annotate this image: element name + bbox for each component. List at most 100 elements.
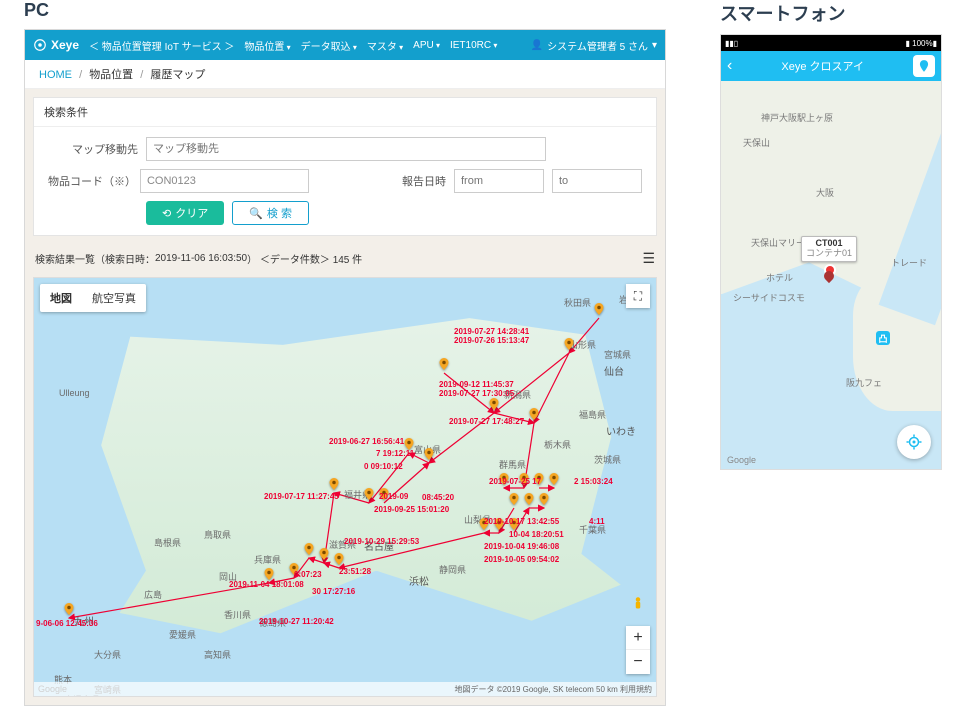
sp-map-label: 神戸大阪駅上ヶ原 xyxy=(761,111,833,124)
streetview-pegman[interactable] xyxy=(626,592,650,616)
timestamp-label: 2019-10-27 11:20:42 xyxy=(259,618,334,627)
results-time-label: （検索日時： xyxy=(95,251,155,266)
map-type-switch: 地図 航空写真 xyxy=(40,284,146,312)
map-attribution: 地図データ ©2019 Google, SK telecom 50 km 利用規… xyxy=(34,682,656,696)
map-pin-icon[interactable] xyxy=(423,445,435,463)
pc-app-frame: Xeye ＜ 物品位置管理 IoT サービス ＞ 物品位置 データ取込 マスタ … xyxy=(24,29,666,706)
map-pin-icon[interactable] xyxy=(363,485,375,503)
timestamp-label: 2019-10-04 19:46:08 xyxy=(484,543,559,552)
timestamp-label: 2019-07-27 17:30:05 xyxy=(439,390,514,399)
user-menu[interactable]: 👤 システム管理者 5 さん ▾ xyxy=(531,38,657,53)
search-button-label: 検 索 xyxy=(267,205,292,221)
report-from-input[interactable] xyxy=(454,169,544,193)
sp-map-label: ホテル xyxy=(766,271,793,284)
crosshair-icon xyxy=(905,433,923,451)
nav-item-import[interactable]: データ取込 xyxy=(301,38,357,53)
zoom-in-button[interactable]: + xyxy=(626,626,650,650)
prefecture-label: 宮城県 xyxy=(604,348,631,361)
timestamp-label: 2019-07-25 17 xyxy=(489,478,541,487)
timestamp-label: 2019-09-25 15:01:20 xyxy=(374,506,449,515)
map-pin-icon[interactable] xyxy=(328,475,340,493)
prefecture-label: 愛媛県 xyxy=(169,628,196,641)
station-icon: 凸 xyxy=(876,331,890,345)
clear-button-label: クリア xyxy=(175,205,208,221)
timestamp-label: 2019-07-27 17:48:27 xyxy=(449,418,524,427)
sp-map-label: 阪九フェ xyxy=(846,376,882,389)
results-header: 検索結果一覧 （検索日時： 2019-11-06 16:03:50 ） ＜データ… xyxy=(33,244,657,273)
search-panel: 検索条件 マップ移動先 物品コード（※） 報告日時 ⟲ xyxy=(33,97,657,236)
nav-service-name: ＜ 物品位置管理 IoT サービス ＞ xyxy=(89,38,234,53)
map-pin-icon[interactable] xyxy=(528,405,540,423)
map-pin-icon[interactable] xyxy=(333,550,345,568)
clear-button[interactable]: ⟲ クリア xyxy=(146,201,224,225)
logo-text: Xeye xyxy=(51,38,79,52)
code-input[interactable] xyxy=(140,169,309,193)
map-pin-icon[interactable] xyxy=(438,355,450,373)
timestamp-label: 30 17:27:16 xyxy=(312,588,355,597)
results-time-value: 2019-11-06 16:03:50 xyxy=(155,253,247,264)
prefecture-label: 福島県 xyxy=(579,408,606,421)
fullscreen-button[interactable]: ⛶ xyxy=(626,284,650,308)
timestamp-label: 2019-07-17 11:27:45 xyxy=(264,493,339,502)
nav-item-position[interactable]: 物品位置 xyxy=(244,38,290,53)
map-pin-icon[interactable] xyxy=(523,490,535,508)
prefecture-label: 鳥取県 xyxy=(204,528,231,541)
map-layers-button[interactable] xyxy=(913,55,935,77)
map-pin-icon[interactable] xyxy=(63,600,75,618)
map-pin-icon[interactable] xyxy=(303,540,315,558)
map-pin-icon[interactable] xyxy=(548,470,560,488)
nav-item-master[interactable]: マスタ xyxy=(367,38,403,53)
prefecture-label: Ulleung xyxy=(59,388,90,398)
results-prefix: 検索結果一覧 xyxy=(35,251,95,266)
timestamp-label: 7 19:12:11 xyxy=(376,450,414,459)
report-to-input[interactable] xyxy=(552,169,642,193)
prefecture-label: 島根県 xyxy=(154,536,181,549)
sp-heading: スマートフォン xyxy=(720,0,942,26)
sp-map-label: 大阪 xyxy=(816,186,834,199)
timestamp-label: 2019-10-29 15:29:53 xyxy=(344,538,419,547)
target-icon xyxy=(33,38,47,52)
nav-item-apu[interactable]: APU xyxy=(413,40,440,51)
search-icon: 🔍 xyxy=(249,207,263,220)
results-count-label: ＜データ件数＞ xyxy=(260,251,330,266)
nav-item-iet[interactable]: IET10RC xyxy=(450,40,497,51)
sp-title: Xeye クロスアイ xyxy=(732,58,913,74)
map-pin-icon[interactable] xyxy=(508,490,520,508)
dest-input[interactable] xyxy=(146,137,546,161)
history-map[interactable]: 秋田県岩手県山形県宮城県新潟県福島県富山県群馬県栃木県茨城県福井県山梨県千葉県静… xyxy=(33,277,657,697)
map-tab-map[interactable]: 地図 xyxy=(40,284,82,312)
map-pin-icon[interactable] xyxy=(563,335,575,353)
timestamp-label: 2019-10-17 13:42:55 xyxy=(484,518,559,527)
map-pin-icon[interactable] xyxy=(593,300,605,318)
search-button[interactable]: 🔍 検 索 xyxy=(232,201,309,225)
report-label: 報告日時 xyxy=(390,173,446,189)
zoom-out-button[interactable]: − xyxy=(626,650,650,674)
app-logo[interactable]: Xeye xyxy=(33,38,79,52)
map-pin-icon xyxy=(917,59,931,73)
map-pin-icon[interactable] xyxy=(538,490,550,508)
timestamp-label: 0:07:23 xyxy=(294,571,322,580)
locate-me-button[interactable] xyxy=(897,425,931,459)
timestamp-label: 9-06-06 12:45:36 xyxy=(36,620,98,629)
dest-label: マップ移動先 xyxy=(48,141,138,157)
breadcrumb: HOME / 物品位置 / 履歴マップ xyxy=(25,60,665,89)
crumb-home[interactable]: HOME xyxy=(39,69,72,81)
timestamp-label: 23:51:28 xyxy=(339,568,371,577)
timestamp-label: 0 09:10:12 xyxy=(364,463,403,472)
crumb-sep: / xyxy=(79,69,82,81)
zoom-control: + − xyxy=(626,626,650,674)
city-label: いわき xyxy=(606,423,636,438)
prefecture-label: 広島 xyxy=(144,588,162,601)
signal-icon: ▮▮▯ xyxy=(725,39,738,48)
timestamp-label: 2019-06-27 16:56:41 xyxy=(329,438,404,447)
timestamp-label: 2019-07-26 15:13:47 xyxy=(454,337,529,346)
asset-tooltip[interactable]: CT001 コンテナ01 xyxy=(801,236,857,262)
map-pin-icon[interactable] xyxy=(318,545,330,563)
crumb-leaf: 履歴マップ xyxy=(150,69,205,81)
sp-app-frame: ▮▮▯ ▮ 100%▮ ‹ Xeye クロスアイ 神戸大阪駅上ヶ原天保山大阪天保… xyxy=(720,34,942,470)
list-settings-icon[interactable]: ☰ xyxy=(642,250,655,267)
sp-map[interactable]: 神戸大阪駅上ヶ原天保山大阪天保山マリーナシーサイドコスモトレードホテル阪九フェ … xyxy=(721,81,941,469)
map-tab-satellite[interactable]: 航空写真 xyxy=(82,284,146,312)
user-icon: 👤 xyxy=(531,40,543,51)
timestamp-label: 08:45:20 xyxy=(422,494,454,503)
